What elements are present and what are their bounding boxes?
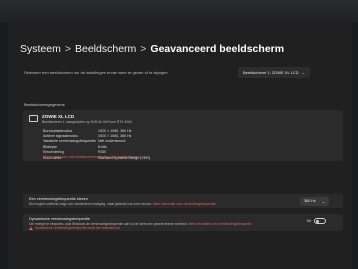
dynamic-refresh-title: Dynamische vernieuwingsfrequentie xyxy=(29,217,90,221)
property-key: Bitdiepte xyxy=(43,144,57,149)
display-header: ZOWIE XL LCD Beeldscherm 1: aangesloten … xyxy=(29,114,132,124)
dynamic-refresh-toggle[interactable] xyxy=(314,218,326,224)
monitor-bezel xyxy=(0,0,358,22)
monitor-icon xyxy=(29,115,38,122)
settings-window: Systeem > Beeldscherm > Geavanceerd beel… xyxy=(8,22,352,269)
breadcrumb-separator: > xyxy=(140,43,147,55)
property-key: Actieve signaalmodus xyxy=(43,134,78,139)
property-key: Kleurindeling xyxy=(43,150,64,155)
display-info-card: ZOWIE XL LCD Beeldscherm 1: aangesloten … xyxy=(23,110,343,161)
display-name: ZOWIE XL LCD xyxy=(42,114,75,119)
dynamic-refresh-description-text: Om energie te besparen, past Windows de … xyxy=(29,221,188,226)
display-subtitle: Beeldscherm 1: aangesloten op NVIDIA GeF… xyxy=(42,120,133,124)
toggle-label: Uit xyxy=(306,219,311,223)
refresh-rate-card: Een vernieuwingsfrequentie kiezen Een ho… xyxy=(23,194,343,208)
dynamic-refresh-description: Om energie te besparen, past Windows de … xyxy=(29,222,251,226)
display-select-row: Selecteer een beeldscherm om de instelli… xyxy=(24,67,310,78)
dynamic-refresh-warning-text: Dynamische vernieuwingsfrequentie wordt … xyxy=(35,226,120,230)
dynamic-refresh-warning: Dynamische vernieuwingsfrequentie wordt … xyxy=(29,226,120,230)
property-value: 1920 × 1080, 360 Hz xyxy=(98,128,132,133)
refresh-rate-value: 360 Hz xyxy=(303,199,316,203)
warning-icon xyxy=(29,226,33,230)
dynamic-refresh-card: Dynamische vernieuwingsfrequentie Om ene… xyxy=(23,214,343,231)
display-select-label: Selecteer een beeldscherm om de instelli… xyxy=(24,70,169,75)
breadcrumb-beeldscherm[interactable]: Beeldscherm xyxy=(75,43,136,55)
chevron-down-icon: ⌄ xyxy=(301,70,305,75)
display-select-dropdown[interactable]: Beeldscherm 1: 2OWE XL LCD ⌄ xyxy=(237,67,310,78)
breadcrumb-separator: > xyxy=(64,43,71,55)
display-select-value: Beeldscherm 1: 2OWE XL LCD xyxy=(242,70,299,75)
dynamic-refresh-info-link[interactable]: Meer informatie over vernieuwingsfrequen… xyxy=(188,222,251,226)
refresh-rate-title: Een vernieuwingsfrequentie kiezen xyxy=(29,197,88,201)
property-value: 8-bits xyxy=(98,144,107,149)
property-key: Variabele vernieuwingsfrequentie xyxy=(43,139,96,144)
refresh-rate-dropdown[interactable]: 360 Hz ⌄ xyxy=(299,197,329,206)
property-value: RGB xyxy=(98,150,106,155)
toggle-knob xyxy=(316,220,320,223)
refresh-rate-description-text: Een hogere snelheid zorgt voor vloeiende… xyxy=(29,202,153,206)
property-value: Niet ondersteund xyxy=(98,139,126,144)
chevron-down-icon: ⌄ xyxy=(321,200,325,204)
adapter-properties-link[interactable]: Eigenschappen van beeldschermadapter voo… xyxy=(43,155,141,159)
refresh-rate-info-link[interactable]: Meer informatie over vernieuwingsfrequen… xyxy=(153,202,216,206)
section-title: Beeldschermgegevens xyxy=(24,102,65,107)
page-title: Geavanceerd beeldscherm xyxy=(150,43,285,55)
refresh-rate-description: Een hogere snelheid zorgt voor vloeiende… xyxy=(29,202,216,206)
breadcrumb-systeem[interactable]: Systeem xyxy=(20,43,61,55)
breadcrumb: Systeem > Beeldscherm > Geavanceerd beel… xyxy=(20,43,284,55)
property-key: Bureaubladmodus xyxy=(43,128,73,133)
property-value: 1920 × 1080, 360 Hz xyxy=(98,134,132,139)
